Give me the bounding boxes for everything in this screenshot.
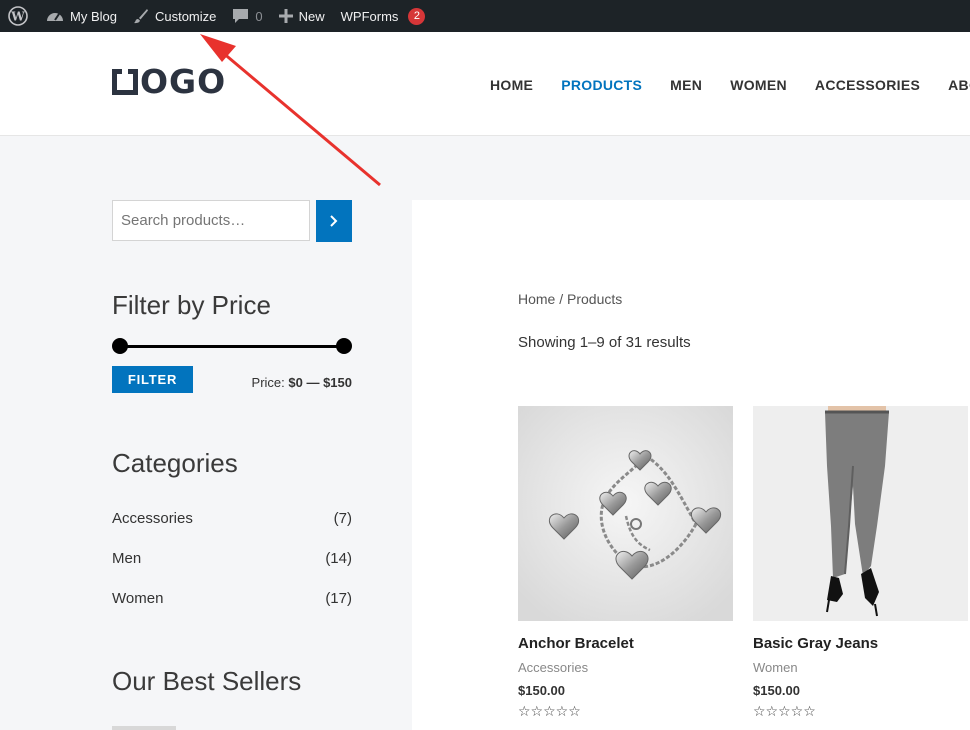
wordpress-menu[interactable]: W <box>0 0 38 32</box>
wpforms-badge: 2 <box>408 7 426 25</box>
comments-count: 0 <box>255 8 263 24</box>
product-card[interactable]: Basic Gray Jeans Women $150.00 ☆☆☆☆☆ <box>753 406 968 720</box>
site-name-menu[interactable]: My Blog <box>38 0 125 32</box>
best-seller-thumbnail[interactable] <box>112 726 176 730</box>
price-slider[interactable] <box>112 338 352 354</box>
product-image[interactable] <box>753 406 968 621</box>
nav-women[interactable]: WOMEN <box>730 77 787 93</box>
search-button[interactable] <box>316 200 352 242</box>
product-image[interactable] <box>518 406 733 621</box>
category-count: (14) <box>325 550 352 567</box>
new-label: New <box>298 8 325 24</box>
filter-by-price-title: Filter by Price <box>112 290 271 320</box>
logo-mark-icon <box>112 69 138 95</box>
nav-products[interactable]: PRODUCTS <box>561 77 642 93</box>
nav-home[interactable]: HOME <box>490 77 533 93</box>
filter-button[interactable]: FILTER <box>112 366 193 393</box>
site-header: OGO HOME PRODUCTS MEN WOMEN ACCESSORIES … <box>0 32 970 136</box>
customize-label: Customize <box>154 8 217 24</box>
wpforms-label: WPForms <box>340 8 399 24</box>
price-range-label: Price: $0 — $150 <box>252 375 352 390</box>
site-name: My Blog <box>70 8 117 24</box>
category-item-accessories[interactable]: Accessories (7) <box>112 510 352 527</box>
wpforms-menu[interactable]: WPForms 2 <box>333 0 434 32</box>
category-name[interactable]: Women <box>112 590 163 607</box>
result-count: Showing 1–9 of 31 results <box>518 334 691 351</box>
product-archive: Home / Products Showing 1–9 of 31 result… <box>412 200 970 730</box>
product-rating: ☆☆☆☆☆ <box>518 704 581 720</box>
site-logo[interactable]: OGO <box>112 62 227 101</box>
categories-title: Categories <box>112 448 238 478</box>
product-card[interactable]: Anchor Bracelet Accessories $150.00 ☆☆☆☆… <box>518 406 733 720</box>
category-count: (7) <box>333 510 352 527</box>
price-slider-min-handle[interactable] <box>112 338 128 354</box>
svg-text:W: W <box>10 10 25 24</box>
price-slider-track <box>118 345 346 348</box>
plus-icon <box>278 9 293 23</box>
price-range-value: $0 — $150 <box>288 375 352 390</box>
dashboard-icon <box>47 13 63 21</box>
chevron-right-icon <box>330 215 338 227</box>
product-price: $150.00 <box>518 683 565 698</box>
main-navigation: HOME PRODUCTS MEN WOMEN ACCESSORIES ABO <box>490 77 970 93</box>
nav-men[interactable]: MEN <box>670 77 702 93</box>
category-item-women[interactable]: Women (17) <box>112 590 352 607</box>
product-rating: ☆☆☆☆☆ <box>753 704 816 720</box>
wordpress-icon: W <box>8 6 28 26</box>
product-category[interactable]: Accessories <box>518 660 733 675</box>
jeans-image-icon <box>753 406 968 621</box>
admin-bar: W My Blog Customize 0 New WPForms 2 <box>0 0 970 32</box>
product-title[interactable]: Anchor Bracelet <box>518 635 733 652</box>
comments-link[interactable]: 0 <box>224 0 270 32</box>
category-item-men[interactable]: Men (14) <box>112 550 352 567</box>
bracelet-image-icon <box>518 406 733 621</box>
new-content-menu[interactable]: New <box>271 0 333 32</box>
brush-icon <box>133 9 148 24</box>
comment-icon <box>233 9 249 23</box>
product-category[interactable]: Women <box>753 660 968 675</box>
product-price: $150.00 <box>753 683 800 698</box>
category-name[interactable]: Men <box>112 550 141 567</box>
price-slider-max-handle[interactable] <box>336 338 352 354</box>
category-count: (17) <box>325 590 352 607</box>
nav-about[interactable]: ABO <box>948 77 970 93</box>
price-prefix: Price: <box>251 375 285 390</box>
logo-text: OGO <box>140 62 227 101</box>
best-sellers-title: Our Best Sellers <box>112 666 302 696</box>
product-title[interactable]: Basic Gray Jeans <box>753 635 968 652</box>
customize-link[interactable]: Customize <box>125 0 224 32</box>
category-name[interactable]: Accessories <box>112 510 193 527</box>
breadcrumb[interactable]: Home / Products <box>518 291 622 307</box>
search-input[interactable] <box>112 200 310 241</box>
nav-accessories[interactable]: ACCESSORIES <box>815 77 920 93</box>
